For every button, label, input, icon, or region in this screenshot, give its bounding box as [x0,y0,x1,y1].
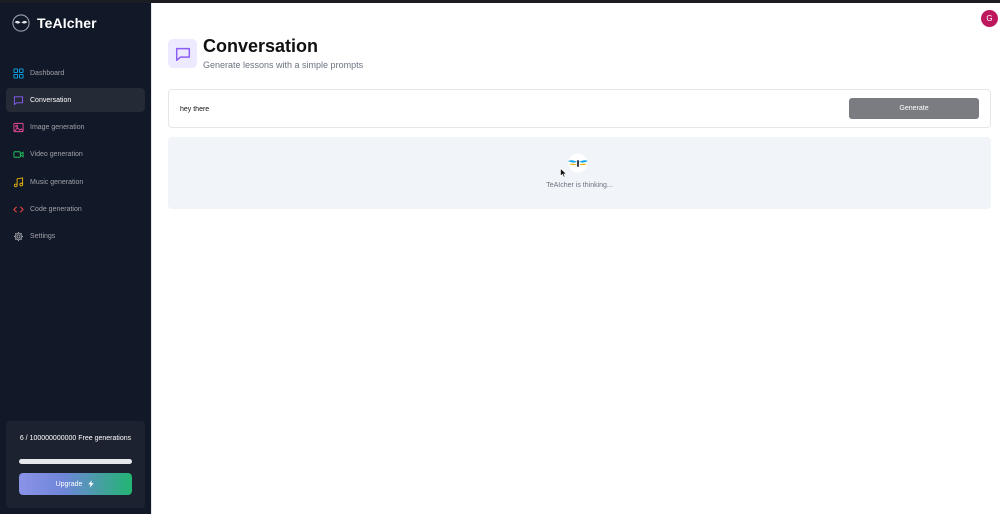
upgrade-button[interactable]: Upgrade [19,473,132,495]
gear-icon [13,232,24,242]
page-subtitle: Generate lessons with a simple prompts [203,60,364,70]
sidebar-item-video-generation[interactable]: Video generation [6,143,145,167]
generate-button[interactable]: Generate [849,98,979,119]
sidebar-item-code-generation[interactable]: Code generation [6,197,145,221]
page-title: Conversation [203,36,319,56]
chat-icon [13,96,24,105]
sidebar-item-label: Code generation [30,205,82,213]
chat-icon [175,47,190,61]
sidebar-item-conversation[interactable]: Conversation [6,88,145,113]
sidebar-item-label: Image generation [30,124,85,132]
app-name: TeAIcher [37,15,97,31]
thinking-panel: TeAIcher is thinking... [168,137,991,209]
usage-card: 6 / 100000000000 Free generations Upgrad… [6,421,145,508]
app-logo-icon [12,14,30,32]
prompt-input[interactable] [180,101,740,117]
brand[interactable]: TeAIcher [12,13,97,33]
sidebar-item-label: Dashboard [30,69,65,77]
page-icon [168,39,197,68]
sidebar-item-image-generation[interactable]: Image generation [6,116,145,140]
loading-logo-icon [568,153,588,173]
sidebar-item-label: Settings [30,233,56,241]
sidebar-item-settings[interactable]: Settings [6,225,145,249]
usage-counter: 6 / 100000000000 Free generations [19,435,132,442]
divider [151,3,152,514]
mouse-cursor-icon [560,168,568,178]
main-content: G Conversation Generate lessons with a s… [151,3,1000,514]
sidebar-item-music-generation[interactable]: Music generation [6,170,145,194]
prompt-form: Generate [168,89,991,128]
sidebar: TeAIcher Dashboard Conversation Image ge… [0,3,151,514]
dashboard-icon [13,67,24,79]
thinking-status: TeAIcher is thinking... [546,182,613,189]
video-icon [13,151,24,159]
upgrade-button-label: Upgrade [55,480,83,488]
code-icon [13,206,24,213]
usage-progress-bar [19,459,132,464]
sidebar-item-dashboard[interactable]: Dashboard [6,61,145,85]
avatar[interactable]: G [981,10,998,27]
music-icon [13,177,24,187]
sidebar-nav: Dashboard Conversation Image generation … [6,61,145,252]
image-icon [13,123,24,133]
sidebar-item-label: Conversation [30,96,72,104]
sidebar-item-label: Music generation [30,178,84,186]
lightning-icon [88,480,95,488]
sidebar-item-label: Video generation [30,151,83,159]
